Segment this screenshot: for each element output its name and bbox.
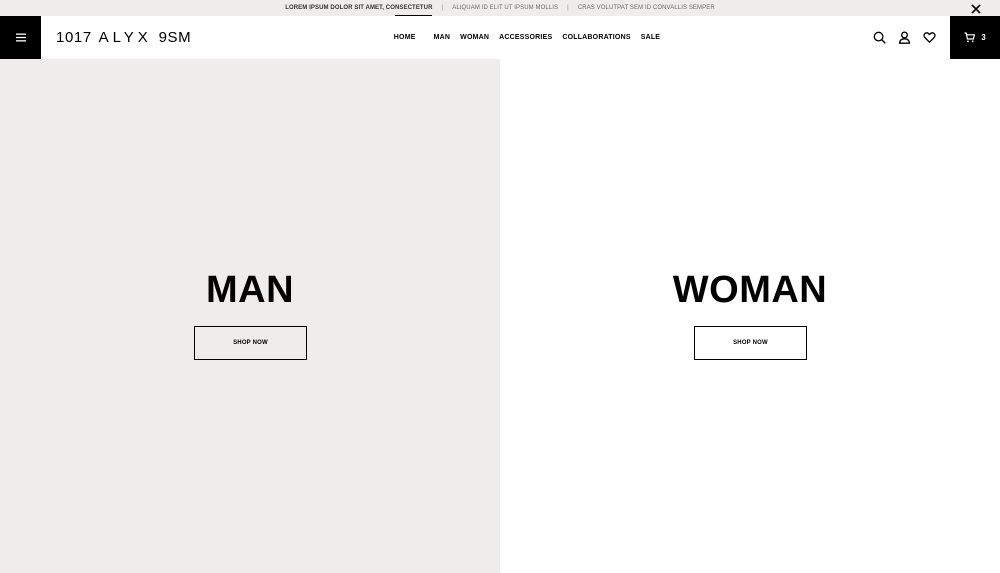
nav-item-woman[interactable]: WOMAN xyxy=(455,34,494,41)
site-header: 1017 ALYX 9SM HOME MAN WOMAN ACCESSORIES… xyxy=(0,16,1000,59)
logo-part: ALYX xyxy=(98,29,152,46)
menu-button[interactable] xyxy=(0,16,41,59)
user-icon xyxy=(898,31,911,44)
account-button[interactable] xyxy=(898,31,911,44)
wishlist-button[interactable] xyxy=(923,31,936,44)
nav-item-home[interactable]: HOME xyxy=(389,34,421,41)
cart-icon xyxy=(964,32,976,43)
close-icon xyxy=(971,4,981,14)
search-icon xyxy=(873,31,886,44)
announcement-items: LOREM IPSUM DOLOR SIT AMET, CONSECTETUR … xyxy=(0,0,1000,16)
search-button[interactable] xyxy=(873,31,886,44)
hero-panel-woman[interactable]: WOMAN SHOP NOW xyxy=(500,59,1000,573)
hero-title-woman: WOMAN xyxy=(672,269,828,311)
hero-panel-man[interactable]: MAN SHOP NOW xyxy=(0,59,500,573)
nav-item-man[interactable]: MAN xyxy=(429,34,456,41)
announcement-item[interactable]: CRAS VOLUTPAT SEM ID CONVALLIS SEMPER xyxy=(570,0,723,16)
announcement-item[interactable]: LOREM IPSUM DOLOR SIT AMET, CONSECTETUR xyxy=(277,0,440,16)
announcement-item[interactable]: ALIQUAM ID ELIT UT IPSUM MOLLIS xyxy=(444,0,566,16)
shop-now-woman-button[interactable]: SHOP NOW xyxy=(694,326,807,360)
hamburger-menu-icon xyxy=(15,33,26,42)
logo-part: 9SM xyxy=(158,29,192,46)
announcement-bar: LOREM IPSUM DOLOR SIT AMET, CONSECTETUR … xyxy=(0,0,1000,16)
nav-item-collaborations[interactable]: COLLABORATIONS xyxy=(557,34,635,41)
hero-title-man: MAN xyxy=(205,269,295,311)
cart-button[interactable]: 3 xyxy=(950,16,1000,59)
close-announcement-button[interactable] xyxy=(970,2,982,14)
cart-count-badge: 3 xyxy=(981,33,986,42)
logo-part: 1017 xyxy=(56,29,92,46)
heart-icon xyxy=(923,32,936,43)
nav-item-sale[interactable]: SALE xyxy=(636,34,665,41)
shop-now-man-button[interactable]: SHOP NOW xyxy=(194,326,307,360)
nav-item-accessories[interactable]: ACCESSORIES xyxy=(494,34,557,41)
brand-logo[interactable]: 1017 ALYX 9SM xyxy=(56,16,191,59)
